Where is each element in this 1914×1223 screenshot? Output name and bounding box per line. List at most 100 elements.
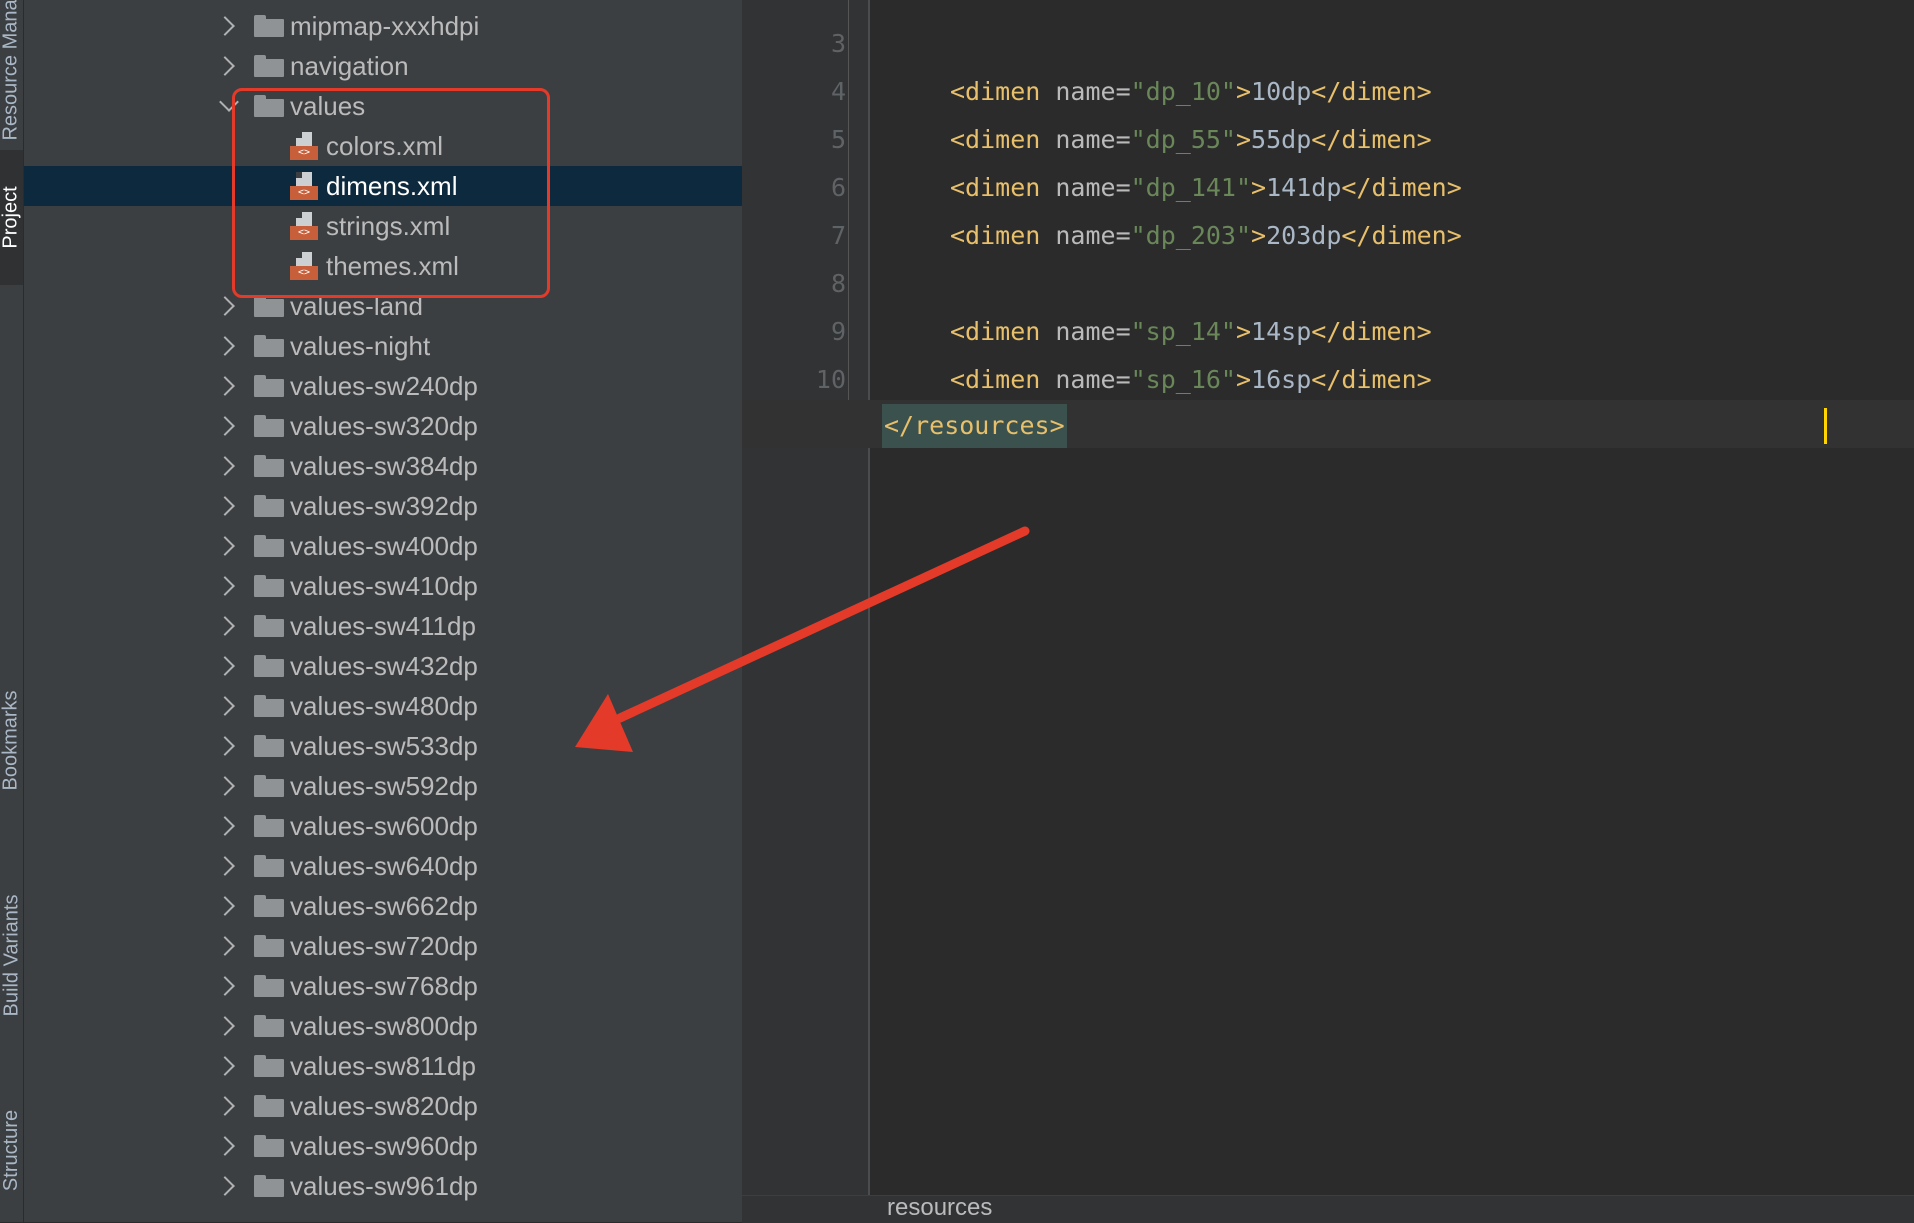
chevron-right-icon[interactable] <box>215 1176 235 1196</box>
tree-folder-row[interactable]: values-sw720dp <box>24 926 742 966</box>
code-line[interactable]: <dimen name="dp_203">203dp</dimen> <box>742 212 1914 260</box>
chevron-down-icon[interactable] <box>219 92 239 112</box>
tree-folder-row[interactable]: values-sw384dp <box>24 446 742 486</box>
tree-folder-row[interactable]: values-sw592dp <box>24 766 742 806</box>
tree-folder-row[interactable]: values-sw533dp <box>24 726 742 766</box>
tree-folder-row[interactable]: values-sw600dp <box>24 806 742 846</box>
code-token-tag: <dimen <box>950 221 1056 250</box>
chevron-right-icon[interactable] <box>215 16 235 36</box>
code-token-tag: </dimen> <box>1341 173 1462 202</box>
tree-folder-row[interactable]: values-sw400dp <box>24 526 742 566</box>
chevron-right-icon[interactable] <box>215 696 235 716</box>
code-token-tag: </dimen> <box>1311 77 1432 106</box>
tree-folder-row[interactable]: values-sw240dp <box>24 366 742 406</box>
folder-icon <box>254 335 284 357</box>
tree-folder-row[interactable]: values-sw640dp <box>24 846 742 886</box>
code-line[interactable]: <dimen name="sp_16">16sp</dimen> <box>742 356 1914 404</box>
code-token-attr: name= <box>1055 173 1131 202</box>
tree-file-row[interactable]: <> dimens.xml <box>24 166 742 206</box>
tree-folder-row[interactable]: values-sw662dp <box>24 886 742 926</box>
chevron-right-icon[interactable] <box>215 1136 235 1156</box>
tree-folder-row[interactable]: values-sw960dp <box>24 1126 742 1166</box>
tool-tab-structure[interactable]: Structure <box>0 1080 23 1220</box>
folder-icon <box>254 815 284 837</box>
chevron-right-icon[interactable] <box>215 336 235 356</box>
code-line[interactable] <box>742 260 1914 308</box>
tree-item-label: colors.xml <box>326 131 444 161</box>
chevron-right-icon[interactable] <box>215 1096 235 1116</box>
folder-icon <box>254 695 284 717</box>
tree-item-label: themes.xml <box>326 251 459 281</box>
tree-item-label: values-sw592dp <box>290 771 478 801</box>
chevron-right-icon[interactable] <box>215 1016 235 1036</box>
tree-folder-row[interactable]: values-sw432dp <box>24 646 742 686</box>
chevron-right-icon[interactable] <box>215 856 235 876</box>
tree-folder-row[interactable]: values-sw320dp <box>24 406 742 446</box>
tool-tab-label: Bookmarks <box>0 689 22 791</box>
code-line[interactable]: <dimen name="dp_55">55dp</dimen> <box>742 116 1914 164</box>
tree-file-row[interactable]: <> strings.xml <box>24 206 742 246</box>
editor-breadcrumb[interactable]: resources <box>742 1194 1914 1223</box>
code-line[interactable]: <dimen name="sp_14">14sp</dimen> <box>742 308 1914 356</box>
tool-tab-bookmarks[interactable]: Bookmarks <box>0 660 23 820</box>
code-line-text: <dimen name="dp_141">141dp</dimen> <box>950 164 1462 212</box>
chevron-right-icon[interactable] <box>215 56 235 76</box>
tree-folder-row[interactable]: values <box>24 86 742 126</box>
chevron-right-icon[interactable] <box>215 936 235 956</box>
chevron-right-icon[interactable] <box>215 456 235 476</box>
chevron-right-icon[interactable] <box>215 816 235 836</box>
tree-folder-row[interactable]: mipmap-xxxhdpi <box>24 6 742 46</box>
chevron-right-icon[interactable] <box>215 776 235 796</box>
tree-folder-row[interactable]: values-sw410dp <box>24 566 742 606</box>
code-token-val: "dp_203" <box>1130 221 1252 250</box>
code-token-val: "dp_141" <box>1130 173 1252 202</box>
breadcrumb-item[interactable]: resources <box>887 1194 992 1222</box>
code-line[interactable]: <dimen name="dp_10">10dp</dimen> <box>742 68 1914 116</box>
chevron-right-icon[interactable] <box>215 896 235 916</box>
chevron-right-icon[interactable] <box>215 736 235 756</box>
tree-folder-row[interactable]: values-sw480dp <box>24 686 742 726</box>
code-token-val: "dp_55" <box>1130 125 1236 154</box>
chevron-right-icon[interactable] <box>215 536 235 556</box>
folder-icon <box>254 855 284 877</box>
code-token-attr: name= <box>1055 77 1131 106</box>
chevron-right-icon[interactable] <box>215 656 235 676</box>
tree-item-label: values-sw320dp <box>290 411 478 441</box>
chevron-right-icon[interactable] <box>215 496 235 516</box>
chevron-right-icon[interactable] <box>215 616 235 636</box>
code-token-tag: > <box>1251 173 1267 202</box>
tree-folder-row[interactable]: values-sw800dp <box>24 1006 742 1046</box>
code-line[interactable]: <dimen name="dp_141">141dp</dimen> <box>742 164 1914 212</box>
chevron-right-icon[interactable] <box>215 416 235 436</box>
folder-icon <box>254 535 284 557</box>
tree-folder-row[interactable]: values-night <box>24 326 742 366</box>
tree-folder-row[interactable]: values-sw411dp <box>24 606 742 646</box>
code-editor[interactable]: 34567891011 <dimen name="dp_10">10dp</di… <box>742 0 1914 1223</box>
tool-tab-resource-manager[interactable]: Resource Manager <box>0 0 23 140</box>
tree-folder-row[interactable]: values-sw392dp <box>24 486 742 526</box>
code-line-text: <dimen name="sp_16">16sp</dimen> <box>950 356 1432 404</box>
code-token-val: "sp_16" <box>1130 365 1236 394</box>
chevron-right-icon[interactable] <box>215 376 235 396</box>
tree-folder-row[interactable]: values-sw961dp <box>24 1166 742 1206</box>
folder-icon <box>254 495 284 517</box>
tool-tab-project[interactable]: Project <box>0 150 23 285</box>
tool-tab-label: Build Variants <box>0 894 23 1016</box>
chevron-right-icon[interactable] <box>215 296 235 316</box>
tool-tab-build-variants[interactable]: Build Variants <box>0 860 23 1050</box>
tree-file-row[interactable]: <> colors.xml <box>24 126 742 166</box>
tree-folder-row[interactable]: values-land <box>24 286 742 326</box>
chevron-right-icon[interactable] <box>215 1056 235 1076</box>
tree-folder-row[interactable]: navigation <box>24 46 742 86</box>
code-token-tag: <dimen <box>950 77 1056 106</box>
tree-file-row[interactable]: <> themes.xml <box>24 246 742 286</box>
tree-folder-row[interactable]: values-sw768dp <box>24 966 742 1006</box>
tree-folder-row[interactable]: values-sw820dp <box>24 1086 742 1126</box>
chevron-right-icon[interactable] <box>215 976 235 996</box>
tree-item-label: values-sw800dp <box>290 1011 478 1041</box>
folder-icon <box>254 295 284 317</box>
code-line[interactable] <box>742 20 1914 68</box>
tree-folder-row[interactable]: values-sw811dp <box>24 1046 742 1086</box>
chevron-right-icon[interactable] <box>215 576 235 596</box>
tree-item-label: values-sw411dp <box>290 611 476 641</box>
